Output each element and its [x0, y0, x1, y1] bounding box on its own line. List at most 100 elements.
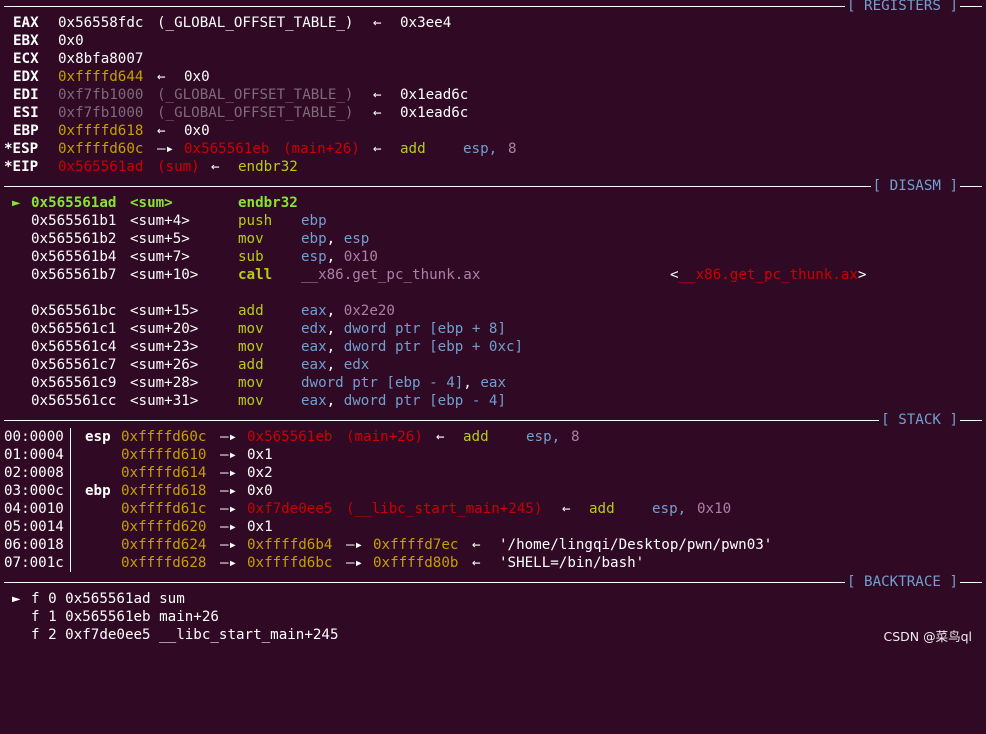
disasm-symbol: <sum+10> [130, 267, 199, 283]
register-symbol: (sum) [157, 159, 200, 175]
call-target: <__x86.get_pc_thunk.ax> [670, 267, 867, 283]
disasm-address: 0x565561bc [31, 303, 117, 319]
register-symbol: (main+26) [283, 141, 360, 157]
stack-symbol: (main+26) [346, 429, 423, 445]
stack-string: '/home/lingqi/Desktop/pwn/pwn03' [499, 537, 773, 553]
register-symbol: (_GLOBAL_OFFSET_TABLE_) [157, 105, 354, 121]
register-value: 0x8bfa8007 [58, 51, 144, 67]
disasm-op: endbr32 [238, 195, 298, 211]
arrow-right-icon: —▸ [220, 465, 238, 481]
register-name: EBX [13, 33, 39, 49]
stack-value: 0x1 [247, 447, 273, 463]
register-name: ESI [13, 105, 39, 121]
instruction-op: endbr32 [238, 159, 298, 175]
disasm-args: __x86.get_pc_thunk.ax [301, 267, 481, 283]
arrow-left-icon: ← [373, 87, 382, 103]
stack-offset: 01:0004 [4, 447, 64, 463]
register-symbol: (_GLOBAL_OFFSET_TABLE_) [157, 87, 354, 103]
disasm-symbol: <sum+20> [130, 321, 199, 337]
register-value: 0x56558fdc [58, 15, 144, 31]
stack-address: 0xffffd628 [121, 555, 207, 571]
instruction-op: add [589, 501, 615, 517]
disasm-address: 0x565561b7 [31, 267, 117, 283]
stack-offset: 07:001c [4, 555, 64, 571]
register-name: EAX [13, 15, 39, 31]
disasm-op: mov [238, 231, 264, 247]
backtrace-frame-text: f 2 0xf7de0ee5 __libc_start_main+245 [31, 627, 339, 643]
disasm-section-label: [ DISASM ] [870, 177, 960, 195]
disasm-symbol: <sum+7> [130, 249, 190, 265]
register-symbol: (_GLOBAL_OFFSET_TABLE_) [157, 15, 354, 31]
disasm-args: eax, 0x2e20 [301, 303, 395, 319]
arrow-right-icon: —▸ [220, 447, 238, 463]
stack-value: 0x1 [247, 519, 273, 535]
arrow-right-icon: —▸ [220, 501, 238, 517]
register-name: ECX [13, 51, 39, 67]
register-row-ebx: EBX 0x0 [0, 32, 986, 50]
register-row-esi: ESI 0xf7fb1000 (_GLOBAL_OFFSET_TABLE_) ←… [0, 104, 986, 122]
register-deref: 0x3ee4 [400, 15, 452, 31]
arrow-right-icon: —▸ [346, 537, 364, 553]
registers-section-label: [ REGISTERS ] [844, 0, 960, 15]
stack-section-label: [ STACK ] [879, 411, 960, 429]
stack-offset: 04:0010 [4, 501, 64, 517]
stack-row: 06:0018 0xffffd624 —▸ 0xffffd6b4 —▸ 0xff… [0, 536, 986, 554]
register-name: EDX [13, 69, 39, 85]
csdn-watermark: CSDN @菜鸟ql [883, 629, 972, 644]
disasm-symbol: <sum+31> [130, 393, 199, 409]
stack-separator: [ STACK ] [0, 411, 986, 429]
disasm-args: ebp [301, 213, 327, 229]
register-value: 0xffffd644 [58, 69, 144, 85]
stack-row: 03:000c ebp 0xffffd618 —▸ 0x0 [0, 482, 986, 500]
stack-row: 07:001c 0xffffd628 —▸ 0xffffd6bc —▸ 0xff… [0, 554, 986, 572]
disasm-row: 0x565561bc <sum+15> add eax, 0x2e20 [0, 302, 986, 320]
disasm-op: sub [238, 249, 264, 265]
arrow-right-icon: —▸ [220, 429, 238, 445]
disasm-row: 0x565561b1 <sum+4> push ebp [0, 212, 986, 230]
disasm-row: 0x565561c1 <sum+20> mov edx, dword ptr [… [0, 320, 986, 338]
arrow-left-icon: ← [157, 69, 166, 85]
disasm-args: eax, dword ptr [ebp + 0xc] [301, 339, 524, 355]
backtrace-frame: f 1 0x565561eb main+26 [0, 608, 986, 626]
stack-value: 0xffffd7ec [373, 537, 459, 553]
backtrace-separator: [ BACKTRACE ] [0, 573, 986, 591]
disasm-address: 0x565561c9 [31, 375, 117, 391]
arrow-right-icon: —▸ [220, 483, 238, 499]
disasm-address: 0x565561c1 [31, 321, 117, 337]
arrow-right-icon: —▸ [157, 141, 175, 157]
arrow-left-icon: ← [436, 429, 445, 445]
disasm-row: 0x565561b4 <sum+7> sub esp, 0x10 [0, 248, 986, 266]
disasm-row: 0x565561c9 <sum+28> mov dword ptr [ebp -… [0, 374, 986, 392]
register-row-edx: EDX 0xffffd644 ← 0x0 [0, 68, 986, 86]
arrow-right-icon: —▸ [220, 537, 238, 553]
disasm-symbol: <sum+26> [130, 357, 199, 373]
arrow-right-icon: —▸ [346, 555, 364, 571]
register-row-esp: *ESP 0xffffd60c —▸ 0x565561eb (main+26) … [0, 140, 986, 158]
register-deref: 0x1ead6c [400, 105, 469, 121]
stack-address: 0xffffd620 [121, 519, 207, 535]
disasm-separator: [ DISASM ] [0, 177, 986, 195]
disasm-row-current: ► 0x565561ad <sum> endbr32 [0, 194, 986, 212]
backtrace-frame-text: f 1 0x565561eb main+26 [31, 609, 219, 625]
disasm-symbol: <sum+23> [130, 339, 199, 355]
stack-row: 05:0014 0xffffd620 —▸ 0x1 [0, 518, 986, 536]
terminal-window[interactable]: [ REGISTERS ] EAX 0x56558fdc (_GLOBAL_OF… [0, 0, 986, 655]
disasm-address: 0x565561cc [31, 393, 117, 409]
arrow-left-icon: ← [472, 537, 481, 553]
register-pointer: 0x565561eb [184, 141, 270, 157]
stack-value: 0x0 [247, 483, 273, 499]
stack-address: 0xffffd610 [121, 447, 207, 463]
instruction-arg: 0x10 [697, 501, 732, 517]
disasm-op: mov [238, 339, 264, 355]
disasm-symbol: <sum+4> [130, 213, 190, 229]
register-row-ebp: EBP 0xffffd618 ← 0x0 [0, 122, 986, 140]
stack-offset: 05:0014 [4, 519, 64, 535]
register-row-edi: EDI 0xf7fb1000 (_GLOBAL_OFFSET_TABLE_) ←… [0, 86, 986, 104]
stack-row: 00:0000 esp 0xffffd60c —▸ 0x565561eb (ma… [0, 428, 986, 446]
disasm-args: edx, dword ptr [ebp + 8] [301, 321, 507, 337]
register-name: EBP [13, 123, 39, 139]
instruction-op: add [463, 429, 489, 445]
disasm-op: push [238, 213, 273, 229]
disasm-op: add [238, 357, 264, 373]
register-name: *ESP [4, 141, 39, 157]
